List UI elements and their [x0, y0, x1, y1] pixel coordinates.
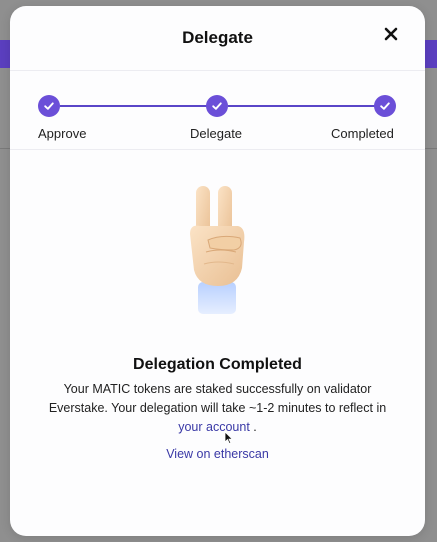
step-delegate-indicator	[206, 95, 228, 117]
step-label-approve: Approve	[38, 126, 87, 141]
delegate-modal: Delegate Approve Delegate Completed Dele…	[10, 6, 425, 536]
step-approve-indicator	[38, 95, 60, 117]
close-button[interactable]	[379, 22, 403, 46]
step-label-delegate: Delegate	[190, 126, 243, 141]
checkmark-icon	[212, 102, 222, 110]
background-header-bar	[423, 40, 437, 68]
view-on-etherscan-link[interactable]: View on etherscan	[10, 447, 425, 461]
step-label-completed: Completed	[331, 126, 394, 141]
checkmark-icon	[44, 102, 54, 110]
progress-stepper: Approve Delegate Completed	[10, 71, 425, 150]
background-divider	[423, 148, 437, 149]
result-message-suffix: .	[249, 420, 257, 434]
step-completed-indicator	[374, 95, 396, 117]
step-connector	[228, 105, 376, 107]
result-title: Delegation Completed	[133, 356, 302, 373]
your-account-link[interactable]: your account	[178, 420, 250, 434]
result-message-text: Your MATIC tokens are staked successfull…	[48, 382, 387, 415]
modal-header: Delegate	[10, 6, 425, 71]
result-message: Your MATIC tokens are staked successfull…	[36, 380, 399, 437]
close-icon	[384, 27, 398, 41]
mouse-pointer-icon	[224, 431, 234, 445]
modal-title: Delegate	[182, 28, 253, 47]
checkmark-icon	[380, 102, 390, 110]
victory-hand-icon	[190, 186, 245, 314]
step-connector	[60, 105, 207, 107]
